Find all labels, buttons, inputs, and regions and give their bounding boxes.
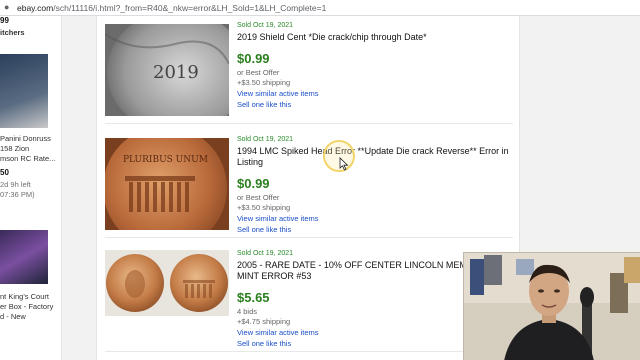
shipping-text: +$3.50 shipping <box>237 203 291 212</box>
shipping-text: +$3.50 shipping <box>237 78 291 87</box>
sell-one-link[interactable]: Sell one like this <box>237 224 513 235</box>
related-card-kings-court[interactable]: nt King's Court er Box - Factory d - New <box>0 292 62 322</box>
listing-title[interactable]: 1994 LMC Spiked Head Error **Update Die … <box>237 146 513 168</box>
listing-item[interactable]: 2019 Sold Oct 19, 2021 2019 Shield Cent … <box>105 16 513 124</box>
listing-title[interactable]: 2019 Shield Cent *Die crack/chip through… <box>237 32 513 43</box>
svg-text:PLURIBUS UNUM: PLURIBUS UNUM <box>123 155 208 165</box>
related-card-zion[interactable]: Panini Donruss 158 Zion mson RC Rate... … <box>0 134 62 200</box>
listing-price: $0.99 <box>237 51 270 66</box>
address-bar[interactable]: ● ebay.com/sch/11116/i.html?_from=R40&_n… <box>0 0 640 16</box>
best-offer-text: or Best Offer <box>237 193 280 202</box>
svg-text:2019: 2019 <box>153 62 199 83</box>
listing-info: Sold Oct 19, 2021 2019 Shield Cent *Die … <box>237 22 513 110</box>
listing-image[interactable]: 2019 <box>105 24 229 116</box>
sold-date: Sold Oct 19, 2021 <box>237 22 294 29</box>
view-similar-link[interactable]: View similar active items <box>237 213 513 224</box>
best-offer-text: or Best Offer <box>237 68 280 77</box>
search-results-list: 2019 Sold Oct 19, 2021 2019 Shield Cent … <box>96 16 520 360</box>
listing-image[interactable] <box>105 250 229 316</box>
mouse-pointer-icon <box>339 157 349 171</box>
listing-price: $0.99 <box>237 176 270 191</box>
lock-icon: ● <box>4 2 10 12</box>
view-similar-link[interactable]: View similar active items <box>237 88 513 99</box>
listing-image[interactable]: PLURIBUS UNUM <box>105 138 229 230</box>
related-card-image-2[interactable] <box>0 230 48 284</box>
listing-item[interactable]: Sold Oct 19, 2021 2005 - RARE DATE - 10%… <box>105 244 513 352</box>
related-card-image[interactable] <box>0 54 48 128</box>
url-text[interactable]: ebay.com/sch/11116/i.html?_from=R40&_nkw… <box>17 3 326 13</box>
listing-info: Sold Oct 19, 2021 1994 LMC Spiked Head E… <box>237 136 513 235</box>
webcam-overlay <box>463 252 640 360</box>
listing-item[interactable]: PLURIBUS UNUM Sold Oct 19, 2021 1994 LMC… <box>105 130 513 238</box>
sold-date: Sold Oct 19, 2021 <box>237 136 294 143</box>
related-card-top[interactable]: 99 itchers <box>0 16 62 38</box>
related-items-column: 99 itchers Panini Donruss 158 Zion mson … <box>0 16 62 360</box>
sell-one-link[interactable]: Sell one like this <box>237 99 513 110</box>
